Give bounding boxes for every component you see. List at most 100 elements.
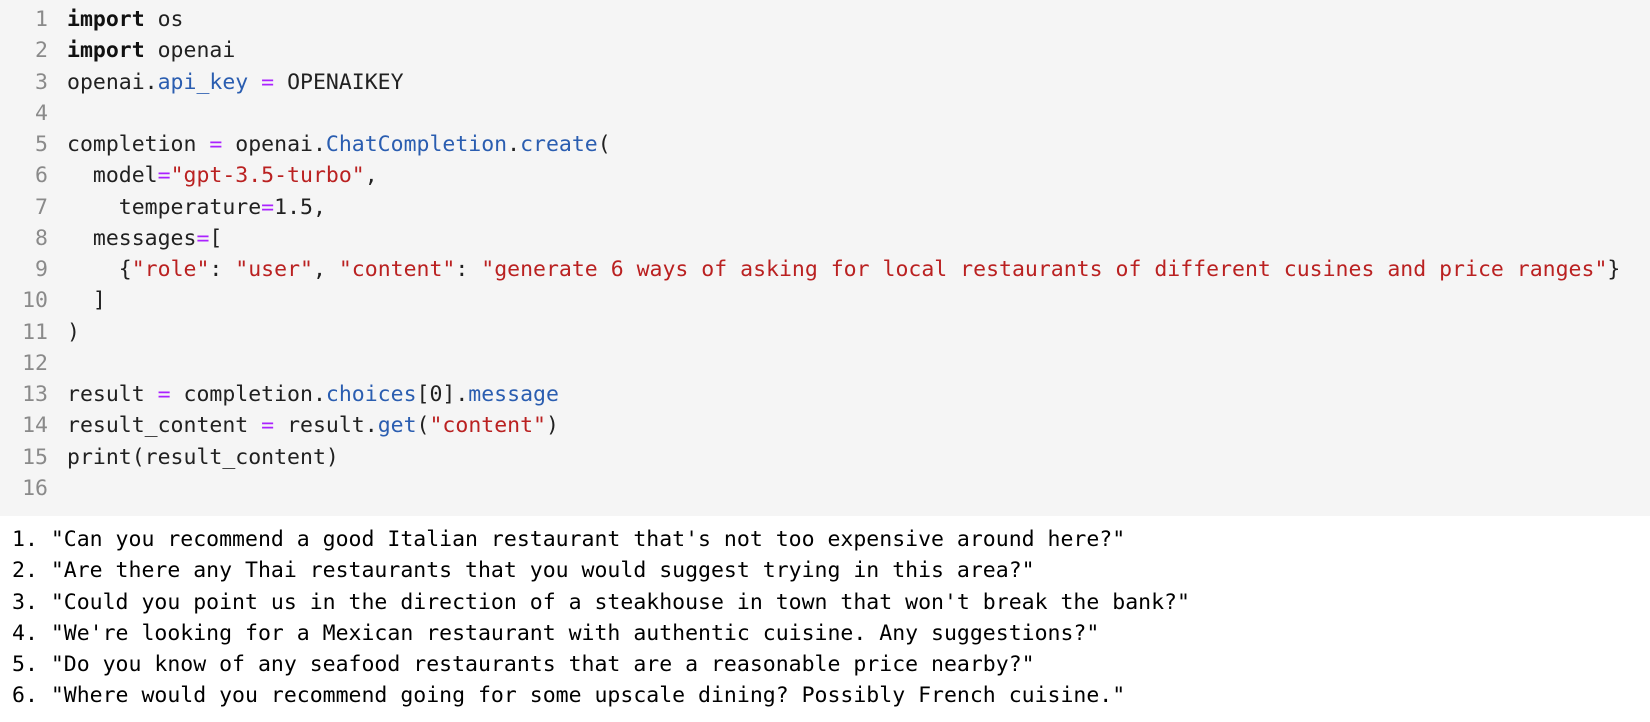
code-line[interactable]: 3 openai.api_key = OPENAIKEY bbox=[0, 67, 1650, 98]
code-line[interactable]: 8 messages=[ bbox=[0, 223, 1650, 254]
code-token: openai bbox=[144, 38, 236, 64]
code-token: temperature bbox=[67, 194, 262, 220]
code-token: = bbox=[261, 69, 275, 95]
code-text: {"role": "user", "content": "generate 6 … bbox=[67, 254, 1621, 285]
code-token: ) bbox=[67, 319, 80, 345]
line-number: 14 bbox=[22, 413, 48, 439]
code-token: = bbox=[209, 132, 223, 157]
code-text: print(result_content) bbox=[67, 442, 339, 473]
code-line[interactable]: 14 result_content = result.get("content") bbox=[0, 410, 1650, 441]
output-line: 1. "Can you recommend a good Italian res… bbox=[12, 527, 1126, 552]
code-token: choices bbox=[325, 382, 417, 407]
code-token: "gpt-3.5-turbo" bbox=[170, 163, 365, 189]
output-line: 2. "Are there any Thai restaurants that … bbox=[12, 558, 1035, 584]
code-token: print(result_content) bbox=[67, 444, 339, 470]
code-token: { bbox=[67, 257, 132, 282]
code-token: = bbox=[261, 413, 275, 439]
code-token: "content" bbox=[429, 413, 546, 439]
code-token: "user" bbox=[235, 257, 313, 282]
code-line[interactable]: 1 import os bbox=[0, 4, 1650, 35]
code-line[interactable]: 5 completion = openai.ChatCompletion.crea… bbox=[0, 129, 1650, 160]
code-token: completion bbox=[67, 132, 210, 157]
output-line: 5. "Do you know of any seafood restauran… bbox=[12, 652, 1035, 677]
code-text: result_content = result.get("content") bbox=[67, 410, 559, 441]
line-number: 5 bbox=[35, 132, 48, 157]
output-line: 4. "We're looking for a Mexican restaura… bbox=[12, 620, 1100, 646]
code-cell[interactable]: 1 import os 2 import openai 3 openai.api_key … bbox=[0, 0, 1650, 516]
code-line[interactable]: 15 print(result_content) bbox=[0, 442, 1650, 473]
code-token: = bbox=[157, 382, 171, 407]
code-line[interactable]: 11) bbox=[0, 317, 1650, 348]
code-token: "generate 6 ways of asking for local res… bbox=[481, 257, 1608, 282]
code-line[interactable]: 16 bbox=[0, 473, 1650, 504]
line-number: 10 bbox=[22, 288, 48, 314]
code-token: result. bbox=[274, 413, 378, 439]
code-token: [0]. bbox=[416, 382, 469, 407]
code-text: import os bbox=[67, 4, 184, 35]
code-text: messages=[ bbox=[67, 223, 222, 254]
line-number: 7 bbox=[35, 194, 48, 220]
line-number: 12 bbox=[22, 350, 48, 376]
code-editor[interactable]: 1 import os 2 import openai 3 openai.api_key … bbox=[0, 4, 1650, 504]
code-token: api_key bbox=[157, 69, 249, 95]
line-number: 2 bbox=[35, 38, 48, 64]
code-token: ( bbox=[416, 413, 430, 439]
output-line: 6. "Where would you recommend going for … bbox=[12, 683, 1126, 709]
code-line[interactable]: 6 model="gpt-3.5-turbo", bbox=[0, 160, 1650, 191]
code-token: openai. bbox=[67, 69, 158, 95]
code-token: 1.5, bbox=[274, 194, 326, 220]
code-line[interactable]: 12 bbox=[0, 348, 1650, 379]
line-number: 9 bbox=[35, 257, 48, 282]
code-token: openai. bbox=[222, 132, 326, 157]
code-token: create bbox=[520, 132, 598, 157]
code-token: result_content bbox=[67, 413, 262, 439]
code-line[interactable]: 9 {"role": "user", "content": "generate … bbox=[0, 254, 1650, 285]
code-text: openai.api_key = OPENAIKEY bbox=[67, 67, 404, 98]
line-number: 11 bbox=[22, 319, 48, 345]
code-token: os bbox=[144, 7, 184, 32]
code-token: model bbox=[67, 163, 158, 189]
code-token: ) bbox=[545, 413, 559, 439]
line-number: 1 bbox=[35, 7, 48, 32]
line-number: 4 bbox=[35, 100, 48, 126]
code-token: ( bbox=[597, 132, 611, 157]
code-token: } bbox=[1607, 257, 1621, 282]
line-number: 16 bbox=[22, 475, 48, 501]
code-token: messages bbox=[67, 225, 197, 251]
code-token: [ bbox=[209, 225, 223, 251]
output-line: 3. "Could you point us in the direction … bbox=[12, 589, 1190, 615]
code-token: result bbox=[67, 382, 158, 407]
code-line[interactable]: 2 import openai bbox=[0, 35, 1650, 66]
code-token: = bbox=[196, 225, 210, 251]
code-text: ) bbox=[67, 317, 80, 348]
cell-output: 1. "Can you recommend a good Italian res… bbox=[12, 524, 1642, 712]
code-text: completion = openai.ChatCompletion.creat… bbox=[67, 129, 611, 160]
code-token: import bbox=[67, 38, 145, 64]
code-token: OPENAIKEY bbox=[274, 69, 404, 95]
code-text: import openai bbox=[67, 35, 235, 66]
code-line[interactable]: 7 temperature=1.5, bbox=[0, 192, 1650, 223]
code-line[interactable]: 10 ] bbox=[0, 285, 1650, 316]
code-token: get bbox=[377, 413, 417, 439]
code-line[interactable]: 13 result = completion.choices[0].message bbox=[0, 379, 1650, 410]
code-token: ] bbox=[67, 288, 106, 314]
code-token: : bbox=[209, 257, 236, 282]
code-token: : bbox=[455, 257, 482, 282]
code-token: ChatCompletion bbox=[325, 132, 508, 157]
line-number: 6 bbox=[35, 163, 48, 189]
code-token: "role" bbox=[131, 257, 210, 282]
code-token: = bbox=[157, 163, 171, 189]
code-text: model="gpt-3.5-turbo", bbox=[67, 160, 378, 191]
code-token: "content" bbox=[338, 257, 456, 282]
line-number: 8 bbox=[35, 225, 48, 251]
code-token: . bbox=[507, 132, 521, 157]
code-line[interactable]: 4 bbox=[0, 98, 1650, 129]
code-token: completion. bbox=[170, 382, 326, 407]
line-number: 3 bbox=[35, 69, 48, 95]
line-number: 15 bbox=[22, 444, 48, 470]
code-text: temperature=1.5, bbox=[67, 192, 326, 223]
line-number: 13 bbox=[22, 382, 48, 407]
code-token: message bbox=[468, 382, 559, 407]
code-token: , bbox=[364, 163, 378, 189]
